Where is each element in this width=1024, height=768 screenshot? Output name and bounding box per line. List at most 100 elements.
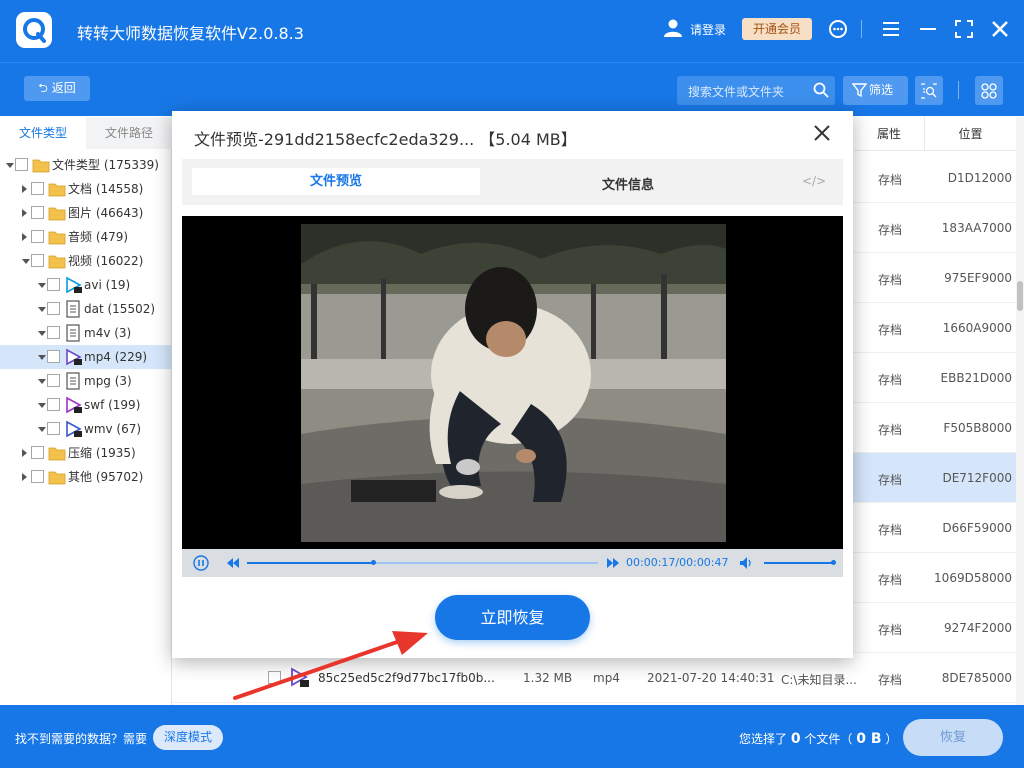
expand-arrow-icon[interactable] xyxy=(38,307,46,312)
seek-bar[interactable] xyxy=(247,560,598,565)
dialog-close-icon[interactable] xyxy=(812,123,832,143)
pause-icon[interactable] xyxy=(193,555,209,571)
tree-checkbox[interactable] xyxy=(15,158,28,171)
volume-slider[interactable] xyxy=(764,560,836,565)
sidebar-tabs: 文件类型 文件路径 xyxy=(0,117,172,149)
tree-checkbox[interactable] xyxy=(31,206,44,219)
tree-checkbox[interactable] xyxy=(47,422,60,435)
tree-item-label: swf (199) xyxy=(84,398,141,412)
search-list-button[interactable] xyxy=(915,76,943,105)
playback-time: 00:00:17/00:00:47 xyxy=(626,556,729,569)
tree-checkbox[interactable] xyxy=(31,254,44,267)
expand-arrow-icon[interactable] xyxy=(22,209,27,217)
expand-arrow-icon[interactable] xyxy=(22,473,27,481)
file-attr: 存档 xyxy=(878,223,903,237)
expand-arrow-icon[interactable] xyxy=(6,163,14,168)
vip-button[interactable]: 开通会员 xyxy=(742,18,812,40)
maximize-icon[interactable] xyxy=(953,18,975,40)
tree-item[interactable]: m4v (3) xyxy=(0,321,172,345)
support-icon[interactable] xyxy=(827,18,849,40)
tree-item-label: wmv (67) xyxy=(84,422,142,436)
expand-arrow-icon[interactable] xyxy=(22,449,27,457)
tree-checkbox[interactable] xyxy=(31,446,44,459)
filter-button[interactable]: 筛选 xyxy=(843,76,908,105)
video-controls: 00:00:17/00:00:47 xyxy=(182,549,843,577)
scrollbar[interactable] xyxy=(1016,117,1024,705)
file-date: 2021-07-20 14:40:31 xyxy=(647,671,775,685)
expand-arrow-icon[interactable] xyxy=(22,185,27,193)
deep-mode-button[interactable]: 深度模式 xyxy=(153,725,223,750)
expand-arrow-icon[interactable] xyxy=(38,355,46,360)
expand-arrow-icon[interactable] xyxy=(22,233,27,241)
tree-checkbox[interactable] xyxy=(47,374,60,387)
scrollbar-thumb[interactable] xyxy=(1017,281,1023,311)
filter-label: 筛选 xyxy=(869,83,894,97)
tree-checkbox[interactable] xyxy=(47,278,60,291)
tree-item-label: m4v (3) xyxy=(84,326,132,340)
tree-item[interactable]: wmv (67) xyxy=(0,417,172,441)
tree-item-label: 其他 (95702) xyxy=(68,470,144,484)
tab-file-preview[interactable]: 文件预览 xyxy=(192,168,480,195)
seek-handle[interactable] xyxy=(371,560,377,565)
tree-item[interactable]: avi (19) xyxy=(0,273,172,297)
tab-file-path[interactable]: 文件路径 xyxy=(86,117,172,149)
tree-checkbox[interactable] xyxy=(47,350,60,363)
tab-file-type[interactable]: 文件类型 xyxy=(0,117,86,149)
expand-arrow-icon[interactable] xyxy=(38,379,46,384)
expand-arrow-icon[interactable] xyxy=(38,283,46,288)
tree-item[interactable]: 文档 (14558) xyxy=(0,177,172,201)
search-input[interactable]: 搜索文件或文件夹 xyxy=(688,83,784,100)
grid-view-button[interactable] xyxy=(975,76,1003,105)
rewind-icon[interactable] xyxy=(227,558,239,568)
search-box[interactable]: 搜索文件或文件夹 xyxy=(677,76,835,105)
tree-item[interactable]: 音频 (479) xyxy=(0,225,172,249)
tree-checkbox[interactable] xyxy=(31,470,44,483)
tree-checkbox[interactable] xyxy=(47,326,60,339)
expand-arrow-icon[interactable] xyxy=(38,331,46,336)
tree-item[interactable]: 视频 (16022) xyxy=(0,249,172,273)
search-icon[interactable] xyxy=(813,82,829,98)
tree-checkbox[interactable] xyxy=(47,398,60,411)
menu-icon[interactable] xyxy=(880,18,902,40)
volume-handle[interactable] xyxy=(831,560,836,565)
fast-forward-icon[interactable] xyxy=(607,558,619,568)
tree-checkbox[interactable] xyxy=(31,182,44,195)
tree-item[interactable]: swf (199) xyxy=(0,393,172,417)
selection-prefix: 您选择了 xyxy=(739,732,788,746)
back-arrow-icon: ⮌ xyxy=(38,81,52,95)
file-attr: 存档 xyxy=(878,623,903,637)
tree-item[interactable]: 其他 (95702) xyxy=(0,465,172,489)
file-location: 975EF9000 xyxy=(944,271,1012,285)
tree-item[interactable]: 图片 (46643) xyxy=(0,201,172,225)
file-location: 1069D58000 xyxy=(934,571,1012,585)
expand-arrow-icon[interactable] xyxy=(22,259,30,264)
folder-icon xyxy=(48,231,66,245)
back-button[interactable]: ⮌ 返回 xyxy=(24,76,90,101)
file-location: D1D12000 xyxy=(947,171,1012,185)
tab-file-info[interactable]: 文件信息 xyxy=(602,174,654,193)
code-view-toggle[interactable]: </> xyxy=(802,174,826,188)
volume-icon[interactable] xyxy=(740,557,753,569)
swf-icon xyxy=(66,396,82,414)
user-icon[interactable] xyxy=(663,18,683,38)
recover-now-button[interactable]: 立即恢复 xyxy=(435,595,590,640)
video-player[interactable] xyxy=(182,216,843,549)
expand-arrow-icon[interactable] xyxy=(38,403,46,408)
column-header-location[interactable]: 位置 xyxy=(924,117,1016,151)
login-link[interactable]: 请登录 xyxy=(690,21,726,38)
tree-item[interactable]: mpg (3) xyxy=(0,369,172,393)
column-header-attr[interactable]: 属性 xyxy=(854,117,924,151)
expand-arrow-icon[interactable] xyxy=(38,427,46,432)
tree-item[interactable]: mp4 (229) xyxy=(0,345,172,369)
file-preview-dialog: 文件预览-291dd2158ecfc2eda329... 【5.04 MB】 文… xyxy=(172,111,853,658)
close-icon[interactable] xyxy=(989,18,1011,40)
tree-checkbox[interactable] xyxy=(47,302,60,315)
tree-checkbox[interactable] xyxy=(31,230,44,243)
tree-item[interactable]: dat (15502) xyxy=(0,297,172,321)
recover-button[interactable]: 恢复 xyxy=(903,719,1003,756)
file-location: EBB21D000 xyxy=(940,371,1012,385)
minimize-icon[interactable] xyxy=(917,18,939,40)
tree-item[interactable]: 压缩 (1935) xyxy=(0,441,172,465)
selection-suffix: ） xyxy=(885,732,898,746)
tree-item[interactable]: 文件类型 (175339) xyxy=(0,153,172,177)
